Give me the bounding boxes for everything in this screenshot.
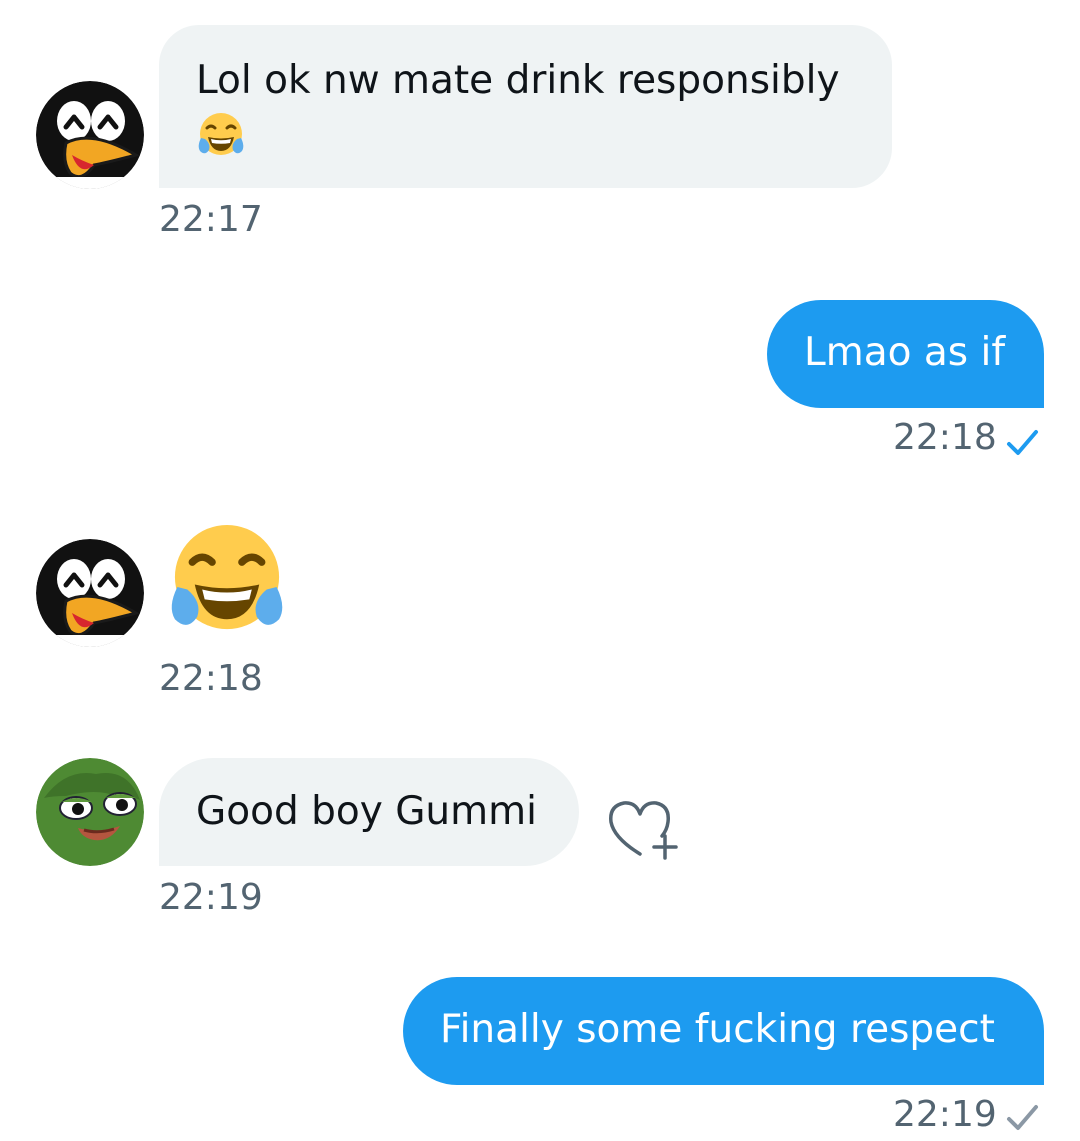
penguin-avatar-icon (36, 81, 144, 189)
frog-avatar-icon (36, 758, 144, 866)
frog-avatar[interactable] (36, 758, 144, 866)
message-timestamp: 22:17 (159, 199, 263, 240)
message-timestamp: 22:19 (159, 877, 263, 918)
message-text: Lol ok nw mate drink responsibly (196, 58, 840, 103)
penguin-avatar[interactable] (36, 539, 144, 647)
add-reaction-button[interactable] (604, 796, 680, 868)
penguin-avatar-icon (36, 539, 144, 647)
message-bubble-incoming[interactable]: Good boy Gummi (159, 758, 579, 866)
tears-of-joy-emoji (196, 111, 856, 177)
message-text: Finally some fucking respect (440, 1007, 995, 1052)
message-timestamp: 22:18 (159, 658, 263, 699)
emoji-message[interactable] (165, 520, 289, 648)
message-bubble-outgoing[interactable]: Finally some fucking respect (403, 977, 1044, 1085)
tears-of-joy-icon (171, 524, 283, 630)
read-check-icon (1007, 430, 1038, 455)
message-bubble-incoming[interactable]: Lol ok nw mate drink responsibly (159, 25, 892, 188)
message-text: Good boy Gummi (196, 789, 537, 834)
message-bubble-outgoing[interactable]: Lmao as if (767, 300, 1044, 408)
sent-check-icon (1007, 1105, 1038, 1130)
penguin-avatar[interactable] (36, 81, 144, 189)
message-timestamp: 22:18 (893, 417, 997, 458)
message-timestamp: 22:19 (893, 1094, 997, 1135)
message-text: Lmao as if (804, 330, 1006, 375)
tears-of-joy-icon (198, 113, 244, 155)
add-reaction-icon (609, 801, 678, 860)
